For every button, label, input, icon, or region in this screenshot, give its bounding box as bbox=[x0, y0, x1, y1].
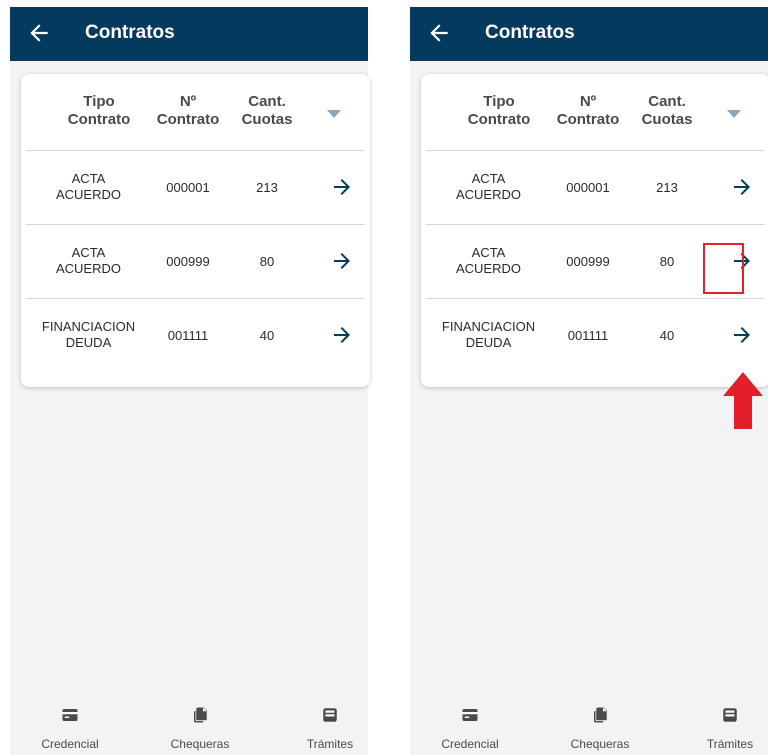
cell-tipo: ACTA ACUERDO bbox=[455, 171, 521, 202]
contracts-table: Tipo Contrato Nº Contrato Cant. Cuotas A… bbox=[21, 74, 370, 387]
arrow-left-icon bbox=[30, 24, 48, 42]
card-icon bbox=[62, 709, 78, 721]
open-contract-button[interactable] bbox=[330, 323, 354, 347]
nav-item-credencial[interactable]: Credencial bbox=[425, 704, 515, 755]
cell-numero: 000001 bbox=[566, 180, 610, 195]
highlight-box bbox=[703, 243, 744, 294]
arrow-right-icon bbox=[334, 327, 350, 343]
open-contract-button[interactable] bbox=[730, 175, 754, 199]
cell-tipo: FINANCIACION DEUDA bbox=[41, 319, 136, 350]
cell-cuotas: 213 bbox=[256, 180, 278, 195]
cell-numero: 000999 bbox=[566, 254, 610, 269]
cell-tipo: ACTA ACUERDO bbox=[455, 245, 521, 276]
table-row: FINANCIACION DEUDA 001111 40 bbox=[426, 298, 765, 372]
nav-item-tramites[interactable]: Trámites bbox=[285, 704, 375, 755]
nav-label: Credencial bbox=[441, 737, 499, 751]
cell-numero: 001111 bbox=[567, 328, 609, 343]
documents-icon bbox=[194, 707, 207, 723]
arrow-left-icon bbox=[430, 24, 448, 42]
open-contract-button[interactable] bbox=[730, 323, 754, 347]
triangle-down-icon[interactable] bbox=[727, 110, 741, 118]
red-up-arrow-icon bbox=[723, 372, 763, 429]
cell-tipo: ACTA ACUERDO bbox=[55, 171, 121, 202]
arrow-right-icon bbox=[334, 179, 350, 195]
header-tipo-contrato: Tipo Contrato bbox=[467, 93, 531, 128]
arrow-right-icon bbox=[734, 179, 750, 195]
table-header: Tipo Contrato Nº Contrato Cant. Cuotas bbox=[421, 74, 768, 150]
nav-item-chequeras[interactable]: Chequeras bbox=[155, 704, 245, 755]
page-title: Contratos bbox=[85, 22, 175, 43]
table-header: Tipo Contrato Nº Contrato Cant. Cuotas bbox=[21, 74, 370, 150]
triangle-down-icon[interactable] bbox=[327, 110, 341, 118]
header-numero-contrato: Nº Contrato bbox=[156, 93, 220, 128]
contracts-table: Tipo Contrato Nº Contrato Cant. Cuotas A… bbox=[421, 74, 768, 387]
header-cant-cuotas: Cant. Cuotas bbox=[641, 93, 693, 128]
table-row: ACTA ACUERDO 000999 80 bbox=[26, 224, 365, 298]
nav-label: Trámites bbox=[306, 737, 354, 751]
cell-numero: 000999 bbox=[166, 254, 210, 269]
nav-item-credencial[interactable]: Credencial bbox=[25, 704, 115, 755]
cell-cuotas: 40 bbox=[259, 328, 275, 343]
nav-label: Trámites bbox=[706, 737, 754, 751]
app-bar: Contratos bbox=[410, 7, 768, 61]
nav-label: Chequeras bbox=[170, 737, 230, 751]
nav-label: Credencial bbox=[41, 737, 99, 751]
screen-before: Contratos Tipo Contrato Nº Contrato Cant… bbox=[10, 7, 370, 755]
open-contract-button[interactable] bbox=[330, 175, 354, 199]
back-button[interactable] bbox=[26, 20, 52, 46]
header-tipo-contrato: Tipo Contrato bbox=[67, 93, 131, 128]
nav-item-chequeras[interactable]: Chequeras bbox=[555, 704, 645, 755]
page-title: Contratos bbox=[485, 22, 575, 43]
cell-cuotas: 80 bbox=[659, 254, 675, 269]
arrow-right-icon bbox=[334, 253, 350, 269]
arrow-right-icon bbox=[734, 327, 750, 343]
header-numero-contrato: Nº Contrato bbox=[556, 93, 620, 128]
header-cant-cuotas: Cant. Cuotas bbox=[241, 93, 293, 128]
cell-cuotas: 40 bbox=[659, 328, 675, 343]
table-row: ACTA ACUERDO 000001 213 bbox=[26, 150, 365, 224]
documents-icon bbox=[594, 707, 607, 723]
table-row: ACTA ACUERDO 000001 213 bbox=[426, 150, 765, 224]
inbox-icon bbox=[323, 708, 337, 722]
cell-cuotas: 80 bbox=[259, 254, 275, 269]
cell-tipo: ACTA ACUERDO bbox=[55, 245, 121, 276]
card-icon bbox=[462, 709, 478, 721]
back-button[interactable] bbox=[426, 20, 452, 46]
cell-numero: 000001 bbox=[166, 180, 210, 195]
screen-after: Contratos Tipo Contrato Nº Contrato Cant… bbox=[410, 7, 768, 755]
table-row: FINANCIACION DEUDA 001111 40 bbox=[26, 298, 365, 372]
bottom-nav: Credencial Chequeras Trámites bbox=[10, 704, 368, 755]
open-contract-button[interactable] bbox=[330, 249, 354, 273]
cell-numero: 001111 bbox=[167, 328, 209, 343]
inbox-icon bbox=[723, 708, 737, 722]
cell-cuotas: 213 bbox=[656, 180, 678, 195]
nav-item-tramites[interactable]: Trámites bbox=[685, 704, 768, 755]
app-bar: Contratos bbox=[10, 7, 368, 61]
bottom-nav: Credencial Chequeras Trámites bbox=[410, 704, 768, 755]
nav-label: Chequeras bbox=[570, 737, 630, 751]
cell-tipo: FINANCIACION DEUDA bbox=[441, 319, 536, 350]
